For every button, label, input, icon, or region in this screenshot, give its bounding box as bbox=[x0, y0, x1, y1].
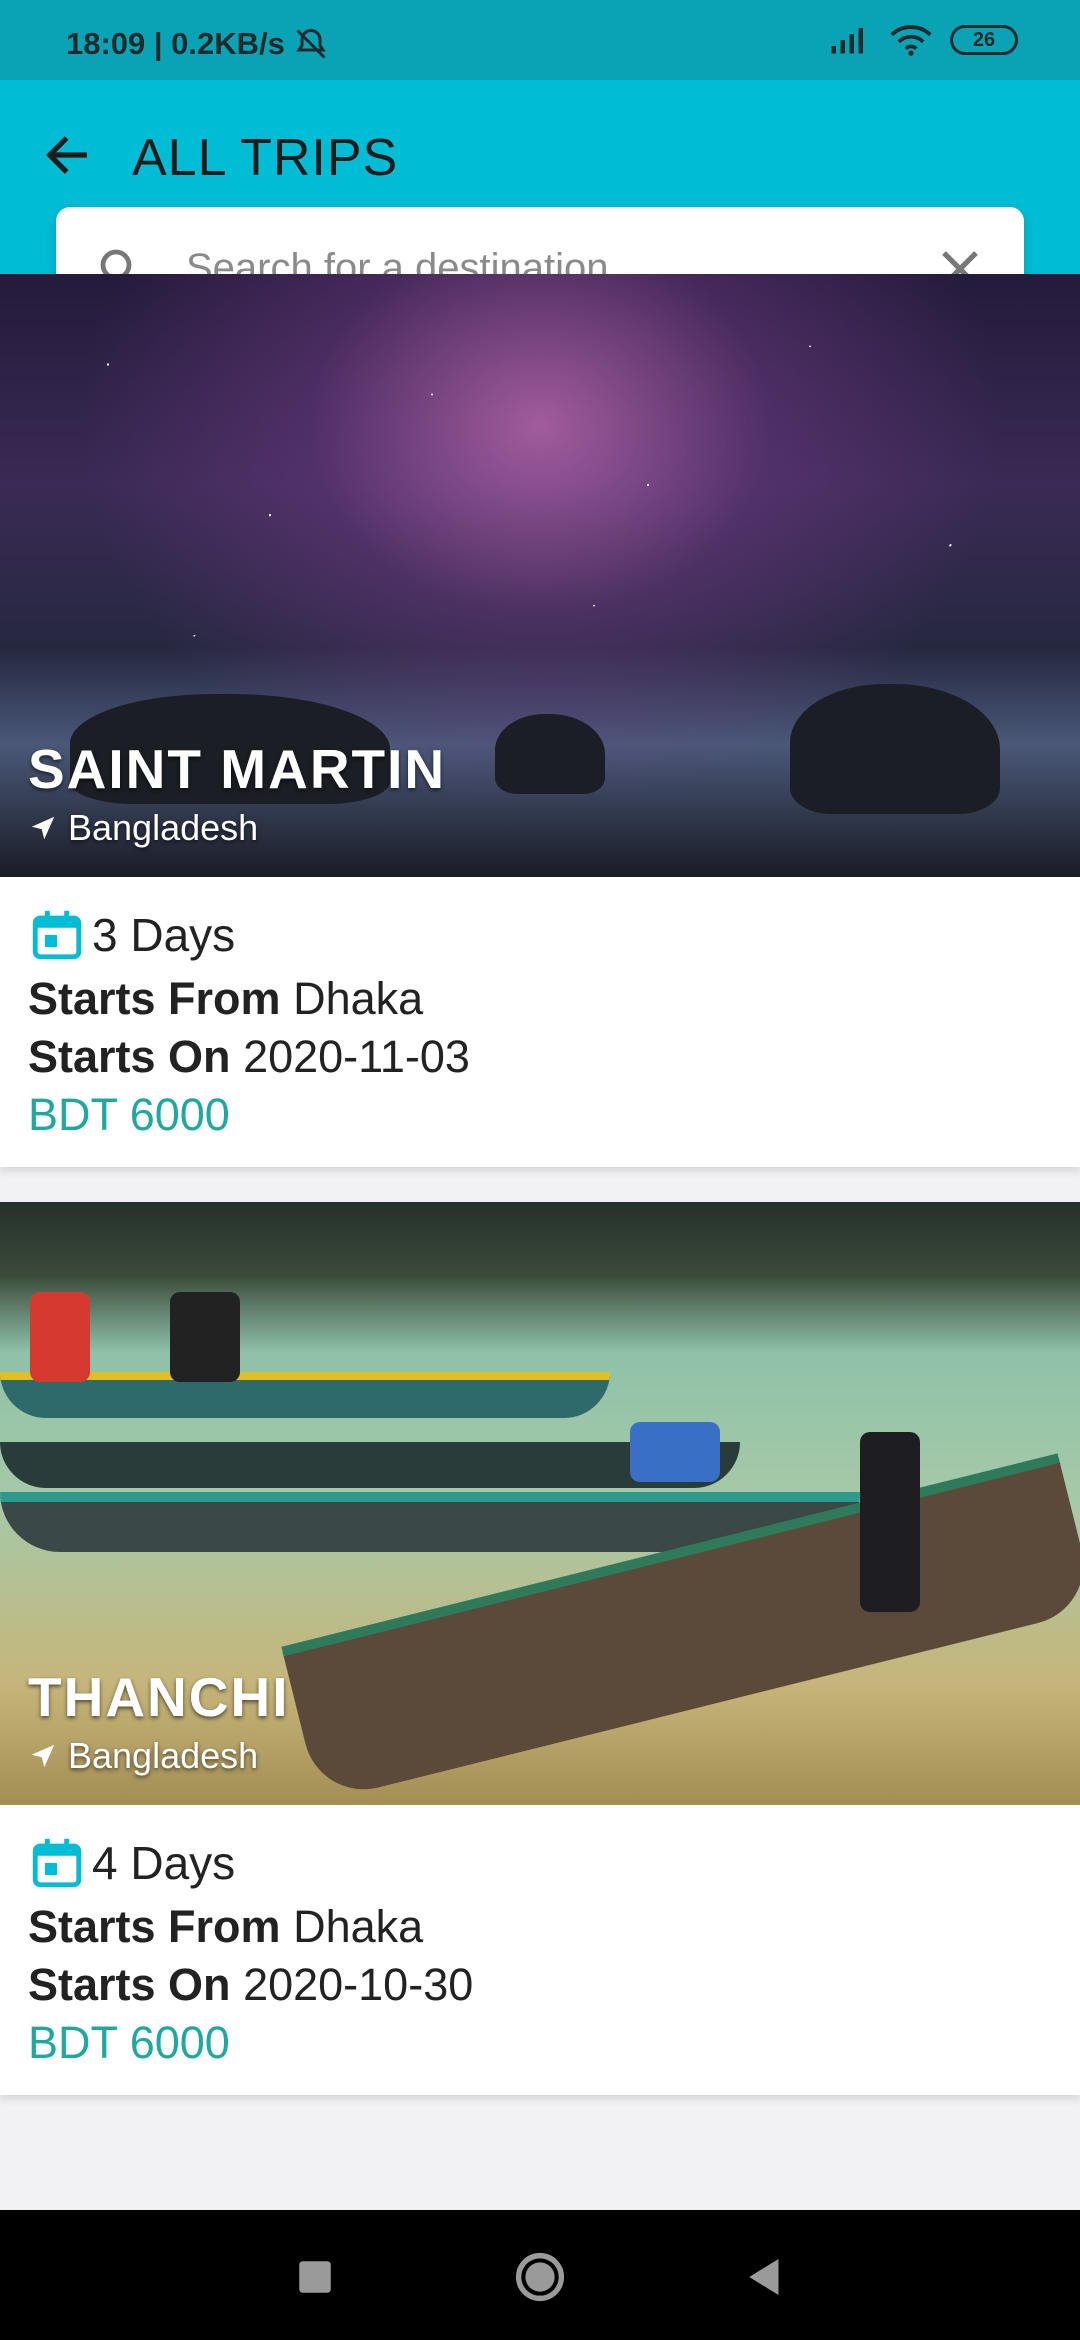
person-shape bbox=[630, 1422, 720, 1482]
trip-starts-on: Starts On 2020-10-30 bbox=[28, 1959, 1052, 2011]
arrow-left-icon bbox=[45, 136, 87, 174]
system-nav-bar bbox=[0, 2210, 1080, 2340]
trip-image: SAINT MARTIN Bangladesh bbox=[0, 274, 1080, 877]
person-shape bbox=[860, 1432, 920, 1612]
rock-shape bbox=[495, 714, 605, 794]
trip-location: Bangladesh bbox=[28, 1735, 289, 1777]
starts-on-label: Starts On bbox=[28, 1031, 231, 1082]
trip-duration: 4 Days bbox=[28, 1831, 1052, 1895]
boat-shape bbox=[0, 1442, 740, 1488]
status-bar: 18:09 | 0.2KB/s 26 bbox=[0, 0, 1080, 80]
back-button[interactable] bbox=[36, 124, 98, 186]
status-right: 26 bbox=[830, 24, 1018, 56]
trip-image: THANCHI Bangladesh bbox=[0, 1202, 1080, 1805]
trip-overlay: THANCHI Bangladesh bbox=[28, 1665, 289, 1777]
trip-starts-from: Starts From Dhaka bbox=[28, 973, 1052, 1025]
starts-from-value: Dhaka bbox=[293, 973, 424, 1024]
home-circle-icon[interactable] bbox=[513, 2250, 567, 2304]
starts-from-label: Starts From bbox=[28, 973, 281, 1024]
trip-country: Bangladesh bbox=[68, 807, 259, 848]
mute-alarm-icon bbox=[296, 28, 326, 59]
trip-details: 4 Days Starts From Dhaka Starts On 2020-… bbox=[0, 1805, 1080, 2095]
battery-indicator: 26 bbox=[950, 25, 1018, 55]
trip-days: 4 Days bbox=[92, 1837, 236, 1889]
trip-location: Bangladesh bbox=[28, 807, 446, 849]
trip-days: 3 Days bbox=[92, 909, 236, 961]
starts-on-value: 2020-10-30 bbox=[243, 1959, 474, 2010]
trip-starts-on: Starts On 2020-11-03 bbox=[28, 1031, 1052, 1083]
status-time-speed: 18:09 | 0.2KB/s bbox=[66, 26, 285, 61]
calendar-icon bbox=[32, 910, 82, 960]
trip-name: THANCHI bbox=[28, 1666, 290, 1728]
trip-details: 3 Days Starts From Dhaka Starts On 2020-… bbox=[0, 877, 1080, 1167]
signal-icon bbox=[831, 28, 863, 54]
trip-price: BDT 6000 bbox=[28, 2017, 230, 2068]
calendar-icon bbox=[32, 1838, 82, 1888]
trip-card[interactable]: THANCHI Bangladesh 4 Days Starts From Dh… bbox=[0, 1202, 1080, 2095]
starts-from-value: Dhaka bbox=[293, 1901, 424, 1952]
navigation-arrow-icon bbox=[31, 816, 55, 840]
status-left: 18:09 | 0.2KB/s bbox=[66, 26, 329, 62]
navigation-arrow-icon bbox=[31, 1744, 55, 1768]
trip-overlay: SAINT MARTIN Bangladesh bbox=[28, 737, 446, 849]
trip-card[interactable]: SAINT MARTIN Bangladesh 3 Days Starts Fr… bbox=[0, 274, 1080, 1167]
back-triangle-icon[interactable] bbox=[738, 2250, 792, 2304]
wifi-icon bbox=[890, 25, 932, 56]
starts-on-label: Starts On bbox=[28, 1959, 231, 2010]
trip-starts-from: Starts From Dhaka bbox=[28, 1901, 1052, 1953]
trip-name: SAINT MARTIN bbox=[28, 738, 447, 800]
starts-on-value: 2020-11-03 bbox=[243, 1031, 470, 1082]
battery-level: 26 bbox=[972, 28, 996, 51]
trip-price: BDT 6000 bbox=[28, 1089, 230, 1140]
starts-from-label: Starts From bbox=[28, 1901, 281, 1952]
trip-country: Bangladesh bbox=[68, 1735, 259, 1776]
rock-shape bbox=[790, 684, 1000, 814]
recents-square-icon[interactable] bbox=[288, 2250, 342, 2304]
person-shape bbox=[30, 1292, 90, 1382]
trip-duration: 3 Days bbox=[28, 903, 1052, 967]
boat-shape bbox=[0, 1372, 610, 1418]
page-title: ALL TRIPS bbox=[132, 129, 399, 187]
person-shape bbox=[170, 1292, 240, 1382]
